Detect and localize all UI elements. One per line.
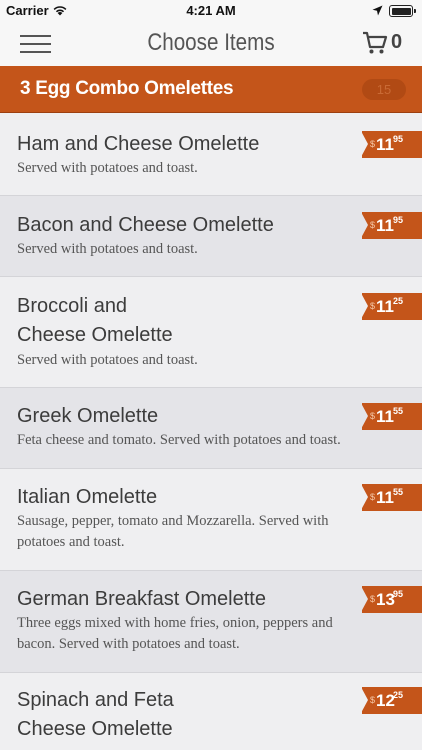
price-tag: $ 11 55 xyxy=(361,403,422,430)
menu-item[interactable]: Greek Omelette Feta cheese and tomato. S… xyxy=(0,388,422,469)
item-name: Broccoli and xyxy=(17,295,128,317)
price-whole: 11 xyxy=(376,488,394,507)
item-description: Feta cheese and tomato. Served with pota… xyxy=(17,432,341,448)
menu-item[interactable]: Broccoli and Cheese Omelette Served with… xyxy=(0,277,422,388)
price-currency: $ xyxy=(370,411,376,421)
price-whole: 11 xyxy=(376,216,394,235)
item-name: Bacon and Cheese Omelette xyxy=(17,214,274,236)
price-currency: $ xyxy=(370,139,376,149)
price-tag: $ 13 95 xyxy=(361,586,422,613)
page-title: Choose Items xyxy=(147,29,275,56)
status-bar: Carrier 4:21 AM xyxy=(0,0,422,22)
price-cents: 25 xyxy=(393,690,404,700)
price-whole: 11 xyxy=(376,135,394,154)
item-name: Cheese Omelette xyxy=(17,718,173,740)
price-cents: 95 xyxy=(393,215,404,225)
price-tag: $ 12 25 xyxy=(361,687,422,714)
price-tag: $ 11 95 xyxy=(361,131,422,158)
cart-button[interactable]: 0 xyxy=(362,30,406,58)
category-count-badge: 15 xyxy=(362,79,406,100)
battery-icon xyxy=(389,5,416,17)
navigation-bar: Choose Items 0 xyxy=(0,22,422,66)
price-cents: 95 xyxy=(393,589,404,599)
category-header[interactable]: 3 Egg Combo Omelettes 15 xyxy=(0,66,422,113)
item-description: Served with potatoes and toast. xyxy=(17,241,198,257)
menu-item[interactable]: Bacon and Cheese Omelette Served with po… xyxy=(0,196,422,277)
shopping-cart-icon xyxy=(363,31,388,54)
price-currency: $ xyxy=(370,220,376,230)
item-description: Served with potatoes and toast. xyxy=(17,352,198,368)
price-tag: $ 11 55 xyxy=(361,484,422,511)
item-name: Cheese Omelette xyxy=(17,324,173,346)
price-whole: 11 xyxy=(376,407,394,426)
status-time: 4:21 AM xyxy=(186,3,236,18)
price-cents: 55 xyxy=(393,406,404,416)
menu-item[interactable]: German Breakfast Omelette Three eggs mix… xyxy=(0,571,422,673)
price-tag: $ 11 25 xyxy=(361,293,422,320)
price-cents: 95 xyxy=(393,134,404,144)
item-description: Served with potatoes and toast. xyxy=(17,160,198,176)
menu-item[interactable]: Spinach and Feta Cheese Omelette $ 12 25 xyxy=(0,673,422,750)
item-name: Greek Omelette xyxy=(17,405,159,427)
item-description: Three eggs mixed with home fries, onion,… xyxy=(17,615,333,652)
price-cents: 55 xyxy=(393,487,404,497)
item-name: Spinach and Feta xyxy=(17,689,174,711)
item-name: Ham and Cheese Omelette xyxy=(17,133,260,155)
item-description: Sausage, pepper, tomato and Mozzarella. … xyxy=(17,513,329,550)
item-name: Italian Omelette xyxy=(17,486,158,508)
menu-item-list: Ham and Cheese Omelette Served with pota… xyxy=(0,114,422,750)
category-title: 3 Egg Combo Omelettes xyxy=(20,78,234,99)
price-currency: $ xyxy=(370,594,376,604)
location-arrow-icon xyxy=(372,5,383,16)
price-cents: 25 xyxy=(393,296,404,306)
menu-item[interactable]: Ham and Cheese Omelette Served with pota… xyxy=(0,114,422,196)
price-currency: $ xyxy=(370,301,376,311)
price-currency: $ xyxy=(370,492,376,502)
menu-item[interactable]: Italian Omelette Sausage, pepper, tomato… xyxy=(0,469,422,571)
price-tag: $ 11 95 xyxy=(361,212,422,239)
price-whole: 11 xyxy=(376,297,394,316)
price-currency: $ xyxy=(370,695,376,705)
item-name: German Breakfast Omelette xyxy=(17,588,266,610)
cart-count: 0 xyxy=(391,31,403,53)
